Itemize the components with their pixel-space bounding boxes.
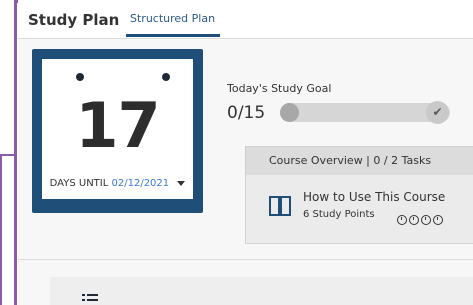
frame-left-line bbox=[14, 0, 17, 305]
exam-date[interactable]: 02/12/2021 bbox=[112, 178, 170, 189]
chevron-down-icon[interactable] bbox=[177, 180, 186, 186]
course-overview-header[interactable]: Course Overview | 0 / 2 Tasks bbox=[245, 146, 473, 176]
study-goal-progress-fill bbox=[280, 103, 299, 122]
frame-outer-left-line bbox=[0, 154, 2, 305]
course-overview-body: How to Use This Course 6 Study Points bbox=[245, 175, 473, 244]
course-item-points: 6 Study Points bbox=[303, 209, 375, 220]
clock-icon bbox=[409, 215, 419, 225]
book-icon bbox=[269, 196, 291, 220]
calendar-ring-right bbox=[162, 73, 170, 81]
study-goal-count: 0/15 bbox=[227, 103, 266, 123]
calendar-face: 17 DAYS UNTIL 02/12/2021 bbox=[42, 59, 193, 199]
study-goal-progress-bar bbox=[280, 103, 450, 122]
check-icon: ✔ bbox=[426, 101, 449, 124]
clock-icon bbox=[397, 215, 407, 225]
course-item-title[interactable]: How to Use This Course bbox=[303, 190, 445, 204]
calendar-ring-left bbox=[76, 73, 84, 81]
days-remaining: 17 bbox=[75, 89, 160, 162]
next-section-strip bbox=[50, 277, 473, 305]
frame-outer-connector bbox=[0, 154, 16, 156]
exam-date-selector[interactable]: DAYS UNTIL 02/12/2021 bbox=[42, 178, 193, 189]
clock-icon bbox=[433, 215, 443, 225]
page-header: Study Plan Structured Plan bbox=[18, 0, 473, 39]
course-overview-title: Course Overview | 0 / 2 Tasks bbox=[269, 154, 432, 167]
list-icon bbox=[82, 289, 98, 305]
clock-icon bbox=[421, 215, 431, 225]
section-divider bbox=[18, 259, 473, 260]
page-title: Study Plan bbox=[28, 11, 120, 29]
active-tab-indicator bbox=[126, 34, 220, 37]
days-until-label: DAYS UNTIL bbox=[49, 178, 109, 189]
study-plan-panel: Study Plan Structured Plan 17 DAYS UNTIL… bbox=[18, 0, 473, 305]
study-point-icons bbox=[397, 210, 445, 229]
days-until-calendar: 17 DAYS UNTIL 02/12/2021 bbox=[32, 49, 203, 213]
tab-structured-plan[interactable]: Structured Plan bbox=[130, 12, 215, 25]
study-goal-label: Today's Study Goal bbox=[227, 82, 332, 95]
